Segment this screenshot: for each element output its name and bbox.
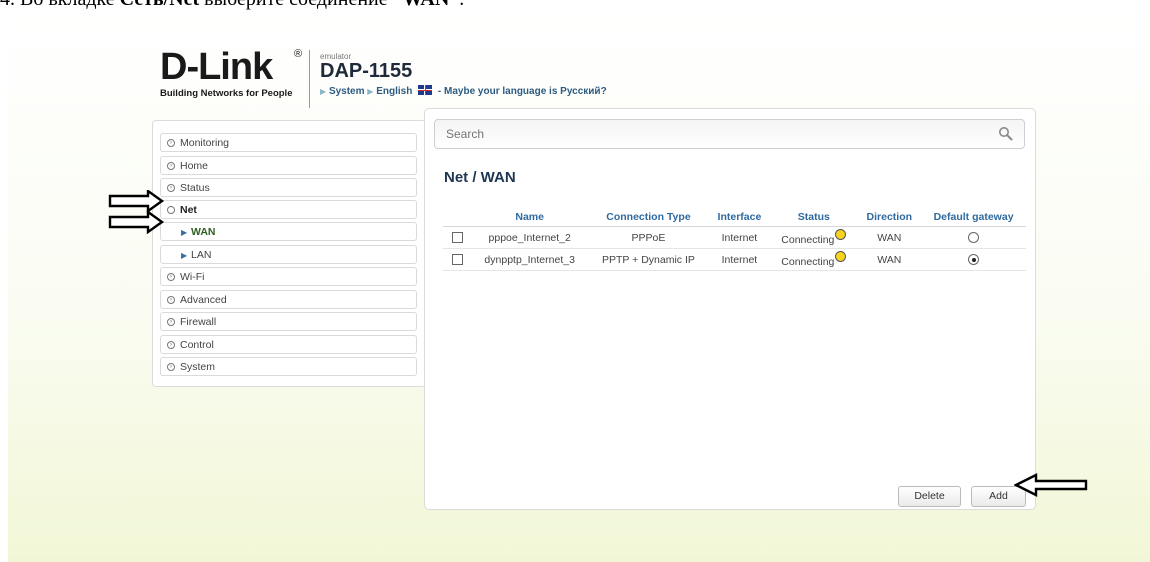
language-selector[interactable]: English — [376, 86, 412, 97]
sidebar-item-home[interactable]: › Home — [160, 156, 417, 175]
chevron-right-icon: › — [167, 273, 175, 281]
router-web-ui: D-Link ® Building Networks for People em… — [8, 10, 1150, 562]
triangle-right-icon: ▶ — [181, 251, 188, 260]
connection-interface: Internet — [708, 248, 771, 271]
table-row[interactable]: dynpptp_Internet_3 PPTP + Dynamic IP Int… — [443, 248, 1026, 271]
connection-direction: WAN — [857, 248, 922, 271]
default-gateway-radio[interactable] — [968, 254, 980, 266]
column-header-name[interactable]: Name — [471, 207, 589, 227]
connection-interface: Internet — [708, 226, 771, 249]
sidebar-item-firewall[interactable]: › Firewall — [160, 312, 417, 331]
default-gateway-radio[interactable] — [968, 232, 980, 244]
device-model: DAP-1155 — [320, 60, 413, 82]
dlink-logo[interactable]: D-Link ® Building Networks for People — [160, 48, 302, 110]
column-header-interface[interactable]: Interface — [708, 207, 771, 227]
system-menu-link[interactable]: System — [329, 86, 365, 97]
row-select-cell — [443, 226, 471, 249]
sidebar-item-wifi[interactable]: › Wi-Fi — [160, 267, 417, 286]
triangle-right-icon: ▶ — [181, 228, 188, 237]
arrow-right-wan-icon — [108, 209, 165, 234]
connection-name[interactable]: pppoe_Internet_2 — [471, 226, 589, 249]
page-title: Net / WAN — [444, 169, 516, 186]
header-divider — [309, 50, 310, 108]
connection-status: Connecting — [781, 256, 835, 268]
table-header-row: Name Connection Type Interface Status Di… — [443, 207, 1026, 227]
search-icon[interactable] — [998, 126, 1014, 142]
default-gateway-cell — [921, 248, 1026, 271]
sidebar-item-net[interactable]: ˇ Net — [160, 200, 417, 219]
connection-direction: WAN — [857, 226, 922, 249]
status-dot-icon — [835, 251, 847, 262]
row-checkbox[interactable] — [451, 254, 463, 266]
sidebar-item-advanced[interactable]: › Advanced — [160, 290, 417, 309]
sidebar-item-lan[interactable]: ▶ LAN — [160, 245, 417, 264]
row-select-cell — [443, 248, 471, 271]
chevron-right-icon: › — [167, 162, 175, 170]
column-header-connection-type[interactable]: Connection Type — [588, 207, 709, 227]
sidebar-item-monitoring[interactable]: › Monitoring — [160, 133, 417, 152]
uk-flag-icon — [418, 85, 433, 95]
chevron-right-icon: › — [167, 363, 175, 371]
connection-status-cell: Connecting — [770, 248, 858, 271]
connection-name[interactable]: dynpptp_Internet_3 — [471, 248, 589, 271]
column-header-status[interactable]: Status — [770, 207, 858, 227]
triangle-right-icon: ▶ — [320, 87, 327, 96]
connection-type: PPTP + Dynamic IP — [588, 248, 709, 271]
sidebar-item-control[interactable]: › Control — [160, 335, 417, 354]
column-header-default-gateway[interactable]: Default gateway — [921, 207, 1026, 227]
status-dot-icon — [835, 229, 847, 240]
sidebar-item-wan[interactable]: ▶ WAN — [160, 222, 417, 241]
header-breadcrumb: ▶ System ▶ English - Maybe your language… — [320, 85, 607, 97]
arrow-left-add-icon — [1014, 473, 1088, 497]
wan-connections-table: Name Connection Type Interface Status Di… — [443, 207, 1026, 271]
triangle-right-icon: ▶ — [367, 87, 374, 96]
table-row[interactable]: pppoe_Internet_2 PPPoE Internet Connecti… — [443, 226, 1026, 249]
main-panel: Net / WAN Name Connection Type Interface… — [424, 108, 1036, 510]
instruction-text: 4. Во вкладке Сеть/Net выберите соединен… — [0, 0, 1150, 10]
language-hint-link[interactable]: - Maybe your language is Русский? — [438, 86, 607, 97]
search-box — [434, 119, 1025, 149]
column-header-direction[interactable]: Direction — [857, 207, 922, 227]
chevron-right-icon: › — [167, 296, 175, 304]
chevron-right-icon: › — [167, 318, 175, 326]
chevron-right-icon: › — [167, 341, 175, 349]
annotation-arrows-icon — [108, 190, 165, 234]
arrow-right-net-icon — [108, 190, 165, 214]
default-gateway-cell — [921, 226, 1026, 249]
connection-status-cell: Connecting — [770, 226, 858, 249]
connection-status: Connecting — [781, 234, 835, 246]
chevron-right-icon: › — [167, 139, 175, 147]
select-column-header — [443, 207, 471, 227]
row-checkbox[interactable] — [451, 232, 463, 244]
sidebar-menu: › Monitoring › Home › Status ˇ Net ▶ WAN… — [152, 120, 426, 387]
sidebar-item-system[interactable]: › System — [160, 357, 417, 376]
delete-button[interactable]: Delete — [898, 486, 961, 507]
sidebar-item-status[interactable]: › Status — [160, 178, 417, 197]
search-input[interactable] — [436, 121, 976, 147]
connection-type: PPPoE — [588, 226, 709, 249]
